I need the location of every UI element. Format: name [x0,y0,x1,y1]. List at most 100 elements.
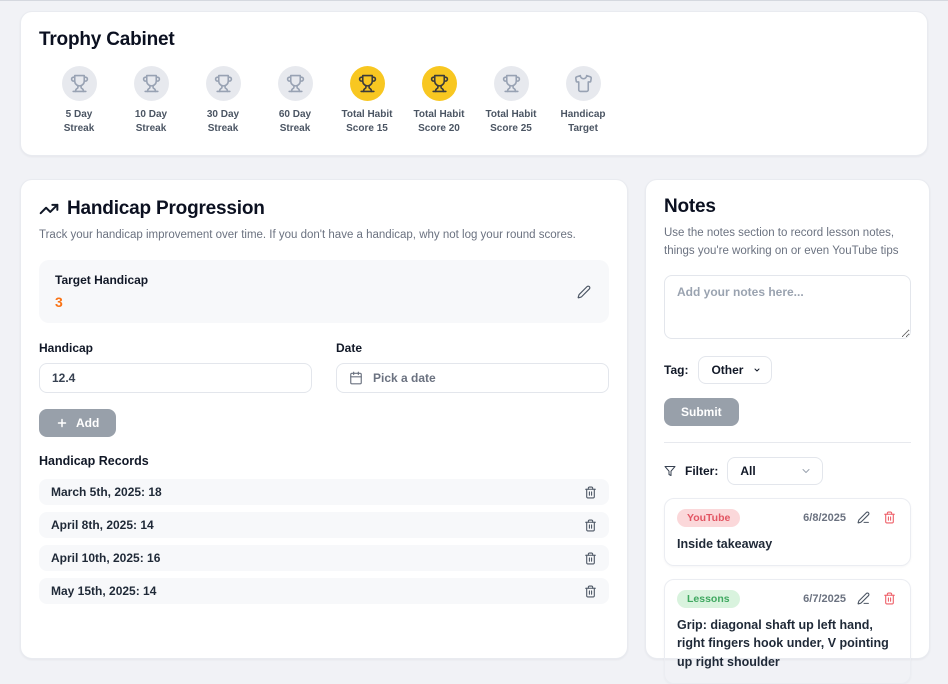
note-date: 6/8/2025 [803,512,846,524]
tag-label: Tag: [664,363,688,377]
trash-icon [584,519,597,532]
trophy-badge-label: Total Habit Score 25 [486,108,537,135]
trophy-badge-label: Total Habit Score 20 [414,108,465,135]
handicap-record-row: April 10th, 2025: 16 [39,545,609,571]
handicap-progression-title: Handicap Progression [67,198,265,220]
pencil-icon [857,511,870,524]
trending-up-icon [39,199,59,219]
handicap-progression-card: Handicap Progression Track your handicap… [20,179,628,659]
chevron-down-icon [753,364,761,376]
trophy-badge-circle [134,66,169,101]
add-record-button[interactable]: Add [39,409,116,437]
trophy-badge-label: 60 Day Streak [279,108,311,135]
date-field-label: Date [336,341,609,355]
trophy-badge-circle [422,66,457,101]
date-picker-input[interactable]: Pick a date [336,363,609,393]
trash-icon [883,511,896,524]
trophy-badge[interactable]: Total Habit Score 15 [337,66,397,135]
delete-record-button[interactable] [582,550,599,567]
filter-funnel-icon [664,465,676,477]
trash-icon [584,585,597,598]
handicap-field-label: Handicap [39,341,312,355]
trash-icon [883,592,896,605]
trophy-badge[interactable]: 60 Day Streak [265,66,325,135]
edit-note-button[interactable] [855,590,872,607]
notes-subtitle: Use the notes section to record lesson n… [664,224,911,261]
trophy-icon [286,74,305,93]
edit-target-button[interactable] [575,283,593,301]
trophy-badge[interactable]: 5 Day Streak [49,66,109,135]
handicap-record-text: March 5th, 2025: 18 [51,485,162,499]
trophy-icon [70,74,89,93]
calendar-icon [349,371,363,385]
delete-record-button[interactable] [582,583,599,600]
note-date: 6/7/2025 [803,593,846,605]
chevron-down-icon [800,465,812,477]
note-tag-badge: YouTube [677,509,740,527]
delete-note-button[interactable] [881,590,898,607]
handicap-records-list: March 5th, 2025: 18 April 8th, 2025: 14 … [39,479,609,604]
trophy-badge-label: 5 Day Streak [64,108,95,135]
trash-icon [584,486,597,499]
handicap-record-row: April 8th, 2025: 14 [39,512,609,538]
handicap-input[interactable] [39,363,312,393]
delete-record-button[interactable] [582,484,599,501]
trophy-cabinet-card: Trophy Cabinet 5 Day Streak 1 [20,11,928,156]
plus-icon [56,417,68,429]
handicap-progression-subtitle: Track your handicap improvement over tim… [39,226,609,244]
trophy-badge[interactable]: Total Habit Score 25 [481,66,541,135]
note-tag-badge: Lessons [677,590,740,608]
submit-note-button[interactable]: Submit [664,398,739,426]
note-text: Grip: diagonal shaft up left hand, right… [677,616,898,672]
trophy-badge[interactable]: Total Habit Score 20 [409,66,469,135]
trash-icon [584,552,597,565]
trophy-icon [214,74,233,93]
note-card: Lessons 6/7/2025 Grip: diagonal shaft up… [664,579,911,684]
tag-select-value: Other [711,363,743,377]
trophy-cabinet-title: Trophy Cabinet [39,29,909,51]
trophy-badge[interactable]: 30 Day Streak [193,66,253,135]
handicap-records-title: Handicap Records [39,454,609,468]
target-handicap-value: 3 [55,294,148,310]
trophy-badge-label: Total Habit Score 15 [342,108,393,135]
handicap-record-text: April 8th, 2025: 14 [51,518,154,532]
handicap-record-row: May 15th, 2025: 14 [39,578,609,604]
trophy-badge[interactable]: 10 Day Streak [121,66,181,135]
tag-select[interactable]: Other [698,356,772,384]
trophy-icon [142,74,161,93]
notes-title: Notes [664,196,911,218]
date-placeholder: Pick a date [373,371,436,385]
note-card: YouTube 6/8/2025 Inside takeaway [664,498,911,566]
trophy-badge-circle [350,66,385,101]
pencil-icon [857,592,870,605]
edit-note-button[interactable] [855,509,872,526]
handicap-record-row: March 5th, 2025: 18 [39,479,609,505]
trophy-badge-circle [494,66,529,101]
trophy-badge-circle [206,66,241,101]
notes-textarea[interactable] [664,275,911,339]
target-handicap-box: Target Handicap 3 [39,260,609,323]
handicap-record-text: April 10th, 2025: 16 [51,551,160,565]
filter-select[interactable]: All [727,457,823,485]
handicap-record-text: May 15th, 2025: 14 [51,584,156,598]
trophy-icon [358,74,377,93]
filter-label: Filter: [685,464,718,478]
trophy-badge-label: Handicap Target [560,108,605,135]
note-text: Inside takeaway [677,535,898,554]
trophy-badge-label: 10 Day Streak [135,108,167,135]
filter-select-value: All [740,464,755,478]
target-handicap-label: Target Handicap [55,273,148,287]
notes-divider [664,442,911,443]
delete-note-button[interactable] [881,509,898,526]
trophy-badge-label: 30 Day Streak [207,108,239,135]
notes-card: Notes Use the notes section to record le… [645,179,930,659]
trophy-badge-circle [566,66,601,101]
trophy-badge[interactable]: Handicap Target [553,66,613,135]
trophy-badge-circle [62,66,97,101]
trophy-badge-circle [278,66,313,101]
delete-record-button[interactable] [582,517,599,534]
trophy-badge-list: 5 Day Streak 10 Day Streak [49,66,909,135]
trophy-icon [502,74,521,93]
trophy-icon [430,74,449,93]
pencil-icon [577,285,591,299]
